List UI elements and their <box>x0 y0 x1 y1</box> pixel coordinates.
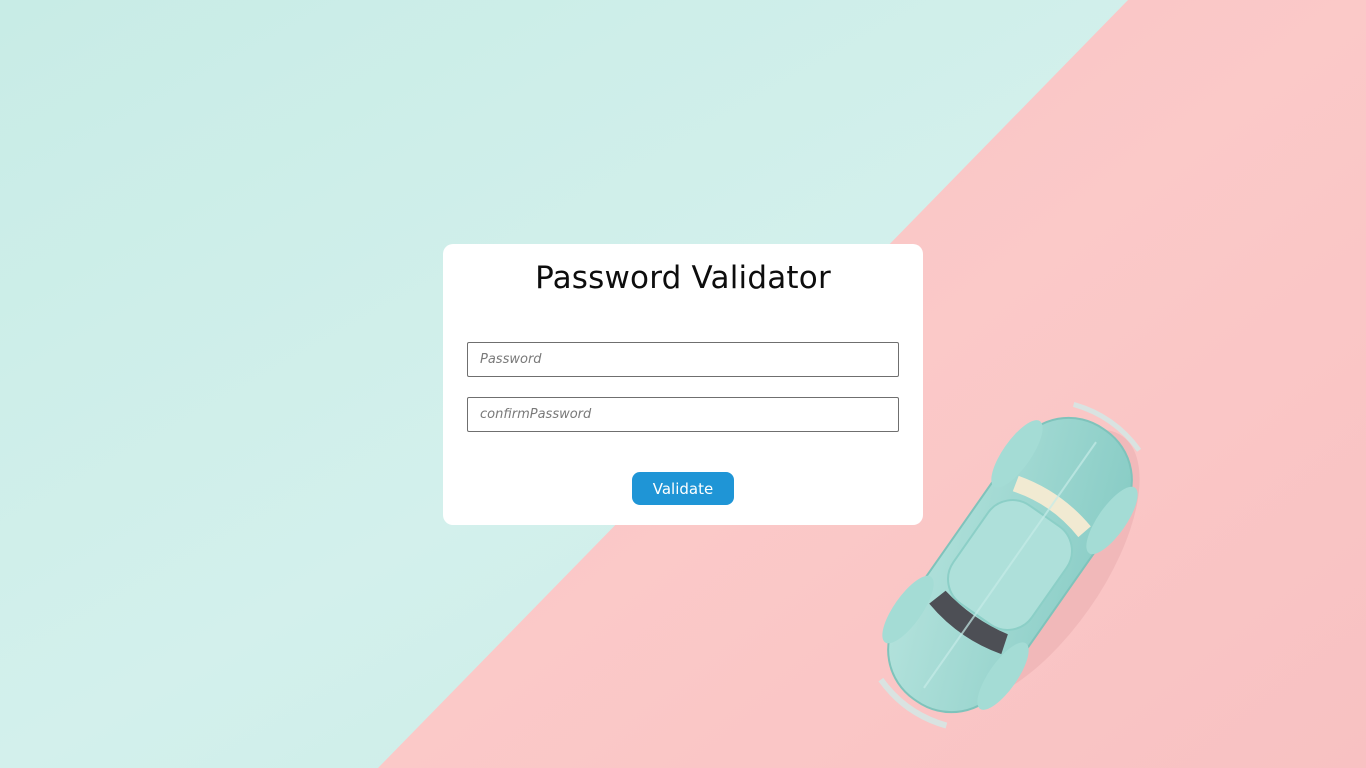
password-input[interactable] <box>467 342 899 377</box>
validator-card: Password Validator Validate <box>443 244 923 525</box>
confirm-password-input[interactable] <box>467 397 899 432</box>
validate-button[interactable]: Validate <box>632 472 734 505</box>
page-title: Password Validator <box>535 260 831 296</box>
